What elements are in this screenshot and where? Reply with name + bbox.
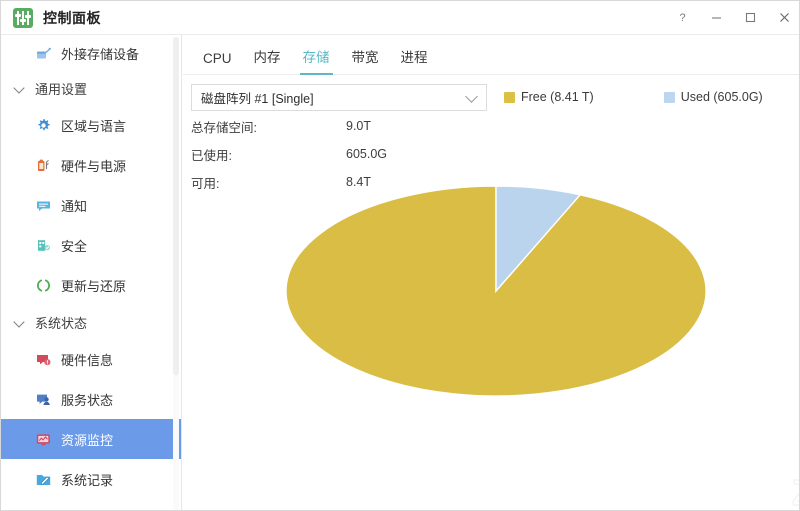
gear-icon xyxy=(35,117,52,134)
sidebar-item-label: 更新与还原 xyxy=(61,278,127,294)
forum-watermark: Z 中关村在线论坛 bbs.zol.com.cn xyxy=(783,467,799,510)
sidebar-item-label: 区域与语言 xyxy=(61,118,127,134)
sidebar-group-label: 通用设置 xyxy=(35,81,88,97)
sidebar-item-service-status[interactable]: 服务状态 xyxy=(1,379,181,419)
tab-label: 进程 xyxy=(400,50,428,65)
legend-swatch-used xyxy=(663,91,675,103)
tab-process[interactable]: 进程 xyxy=(390,46,439,74)
watermark-logo: Z xyxy=(783,471,799,510)
close-button[interactable] xyxy=(767,1,799,35)
sidebar-group-system-status[interactable]: 系统状态 xyxy=(1,305,181,339)
disk-select-value: 磁盘阵列 #1 [Single] xyxy=(201,91,314,106)
content-panel: CPU 内存 存储 带宽 进程 磁盘阵列 #1 [Single] Free (8… xyxy=(183,35,799,510)
legend-item-free: Free (8.41 T) xyxy=(504,90,594,104)
sidebar-item-hardware-power[interactable]: 硬件与电源 xyxy=(1,145,181,185)
sidebar-item-resource-monitor[interactable]: 资源监控 xyxy=(1,419,181,459)
sidebar-item-label: 系统记录 xyxy=(61,472,114,488)
legend-label-used: Used (605.0G) xyxy=(680,90,763,104)
service-status-icon xyxy=(35,391,52,408)
tab-storage[interactable]: 存储 xyxy=(292,46,341,75)
legend-label-free: Free (8.41 T) xyxy=(521,90,594,104)
sidebar-item-hardware-info[interactable]: 硬件信息 xyxy=(1,339,181,379)
tab-memory[interactable]: 内存 xyxy=(243,46,292,74)
tab-cpu[interactable]: CPU xyxy=(192,51,243,74)
resource-monitor-icon xyxy=(35,431,52,448)
chevron-down-icon xyxy=(13,315,27,329)
power-icon xyxy=(35,157,52,174)
sidebar-item-update-restore[interactable]: 更新与还原 xyxy=(1,265,181,305)
sidebar-item-label: 安全 xyxy=(61,238,88,254)
stat-label: 已使用: xyxy=(191,148,232,163)
stat-value: 9.0T xyxy=(346,119,372,133)
stat-label: 总存储空间: xyxy=(191,120,257,135)
title-bar: 控制面板 ? xyxy=(1,1,799,35)
pie-svg xyxy=(285,185,707,397)
sidebar-item-system-log[interactable]: 系统记录 xyxy=(1,459,181,499)
control-panel-window: 控制面板 ? 外接存储设备 通用设置 区域与语言 硬件与电源 通知 安全 更新与… xyxy=(0,0,800,511)
tab-label: CPU xyxy=(203,51,232,66)
storage-controls-row: 磁盘阵列 #1 [Single] Free (8.41 T) Used (605… xyxy=(183,80,799,114)
storage-pie-chart xyxy=(183,180,799,450)
disk-select[interactable]: 磁盘阵列 #1 [Single] xyxy=(191,83,487,111)
stat-row-total: 总存储空间: 9.0T xyxy=(191,112,521,140)
pie-slices xyxy=(285,185,707,397)
sidebar-item-label: 通知 xyxy=(61,198,88,214)
refresh-icon xyxy=(35,277,52,294)
tab-label: 带宽 xyxy=(351,50,379,65)
stat-value: 605.0G xyxy=(346,147,388,161)
sidebar-item-label: 硬件与电源 xyxy=(61,158,127,174)
svg-text:?: ? xyxy=(679,12,685,24)
chevron-down-icon xyxy=(466,91,478,103)
maximize-button[interactable] xyxy=(733,1,767,35)
external-storage-icon xyxy=(35,45,52,62)
help-button[interactable]: ? xyxy=(665,1,699,35)
sidebar-item-region-language[interactable]: 区域与语言 xyxy=(1,105,181,145)
sidebar: 外接存储设备 通用设置 区域与语言 硬件与电源 通知 安全 更新与还原 系统状态… xyxy=(1,35,182,510)
tab-bar: CPU 内存 存储 带宽 进程 xyxy=(183,41,799,75)
legend-item-used: Used (605.0G) xyxy=(663,90,763,104)
tab-label: 内存 xyxy=(253,50,281,65)
hardware-info-icon xyxy=(35,351,52,368)
tab-bandwidth[interactable]: 带宽 xyxy=(341,46,390,74)
sidebar-item-label: 外接存储设备 xyxy=(61,46,140,62)
sidebar-group-general[interactable]: 通用设置 xyxy=(1,71,181,105)
sliders-icon xyxy=(13,7,33,28)
system-log-icon xyxy=(35,471,52,488)
sidebar-item-label: 资源监控 xyxy=(61,432,114,448)
sidebar-group-label: 系统状态 xyxy=(35,315,88,331)
notification-icon xyxy=(35,197,52,214)
stat-row-used: 已使用: 605.0G xyxy=(191,140,521,168)
legend-swatch-free xyxy=(504,91,515,103)
sidebar-item-external-storage[interactable]: 外接存储设备 xyxy=(1,35,181,71)
sidebar-item-notification[interactable]: 通知 xyxy=(1,185,181,225)
sidebar-scrollbar-thumb[interactable] xyxy=(173,37,179,375)
chevron-down-icon xyxy=(13,81,27,95)
window-title: 控制面板 xyxy=(43,9,101,26)
shield-icon xyxy=(35,237,52,254)
sidebar-item-security[interactable]: 安全 xyxy=(1,225,181,265)
sidebar-item-label: 服务状态 xyxy=(61,392,114,408)
minimize-button[interactable] xyxy=(699,1,733,35)
tab-label: 存储 xyxy=(302,50,330,65)
sidebar-item-label: 硬件信息 xyxy=(61,352,114,368)
window-controls: ? xyxy=(665,1,799,35)
